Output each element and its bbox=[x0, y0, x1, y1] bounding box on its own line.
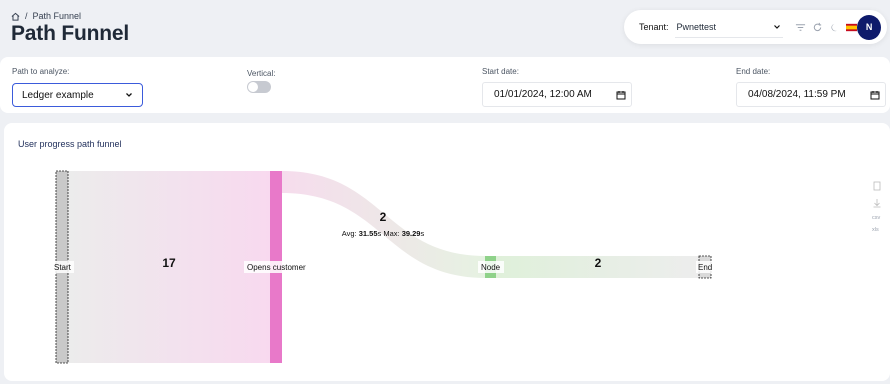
end-date-input[interactable]: 04/08/2024, 11:59 PM bbox=[736, 82, 886, 107]
vertical-label: Vertical: bbox=[247, 69, 276, 78]
funnel-panel: User progress path funnel Start Opens cu… bbox=[4, 123, 890, 381]
export-csv[interactable]: csv bbox=[872, 215, 881, 221]
end-date-value: 04/08/2024, 11:59 PM bbox=[748, 89, 846, 100]
filter-icon[interactable] bbox=[795, 22, 806, 33]
spain-flag-icon[interactable] bbox=[846, 22, 858, 33]
vertical-toggle[interactable] bbox=[247, 81, 271, 93]
max-label: Max: bbox=[383, 229, 399, 238]
breadcrumb-current: Path Funnel bbox=[32, 11, 82, 21]
link-stats: Avg: 31.55s Max: 39.29s bbox=[342, 229, 425, 238]
calendar-icon[interactable] bbox=[870, 90, 880, 100]
topbar: Tenant: Pwnettest N bbox=[624, 10, 887, 44]
home-icon[interactable] bbox=[11, 12, 20, 21]
tenant-select[interactable]: Pwnettest bbox=[674, 16, 784, 38]
chevron-down-icon bbox=[774, 24, 781, 29]
filter-bar: Path to analyze: Ledger example Vertical… bbox=[0, 57, 890, 113]
max-unit: s bbox=[420, 229, 424, 238]
link-value-opens-node: 2 bbox=[380, 210, 387, 224]
start-date-label: Start date: bbox=[482, 67, 519, 76]
path-value: Ledger example bbox=[22, 89, 94, 101]
avatar[interactable]: N bbox=[857, 14, 881, 40]
avg-unit: s bbox=[378, 229, 382, 238]
path-select[interactable]: Ledger example bbox=[12, 83, 143, 107]
page-title: Path Funnel bbox=[11, 22, 129, 45]
export-xls[interactable]: xls bbox=[872, 227, 879, 233]
node-label-opens-customer: Opens customer bbox=[247, 263, 306, 272]
link-value-start-opens: 17 bbox=[162, 256, 176, 270]
link-opens-customer-node[interactable] bbox=[282, 171, 486, 278]
max-value: 39.29 bbox=[402, 229, 421, 238]
tenant-value: Pwnettest bbox=[676, 21, 717, 32]
breadcrumb-separator: / bbox=[25, 11, 28, 21]
tenant-label: Tenant: bbox=[639, 22, 669, 32]
end-date-label: End date: bbox=[736, 67, 771, 76]
start-date-value: 01/01/2024, 12:00 AM bbox=[494, 89, 592, 100]
node-label-node: Node bbox=[481, 263, 501, 272]
avg-value: 31.55 bbox=[359, 229, 378, 238]
node-label-end: End bbox=[698, 263, 712, 272]
refresh-icon[interactable] bbox=[812, 22, 823, 33]
header: / Path Funnel Path Funnel Tenant: Pwnett… bbox=[0, 0, 890, 52]
calendar-icon[interactable] bbox=[616, 90, 626, 100]
link-value-node-end: 2 bbox=[595, 256, 602, 270]
start-date-input[interactable]: 01/01/2024, 12:00 AM bbox=[482, 82, 632, 107]
moon-icon[interactable] bbox=[829, 22, 840, 33]
avg-label: Avg: bbox=[342, 229, 357, 238]
chevron-down-icon bbox=[126, 93, 132, 97]
breadcrumb: / Path Funnel bbox=[11, 11, 81, 21]
document-icon[interactable] bbox=[873, 181, 881, 191]
path-funnel-sankey: Start Opens customer Node End 17 2 Avg: … bbox=[54, 170, 881, 364]
path-label: Path to analyze: bbox=[12, 67, 70, 76]
node-label-start: Start bbox=[54, 263, 72, 272]
download-icon[interactable] bbox=[873, 199, 881, 208]
